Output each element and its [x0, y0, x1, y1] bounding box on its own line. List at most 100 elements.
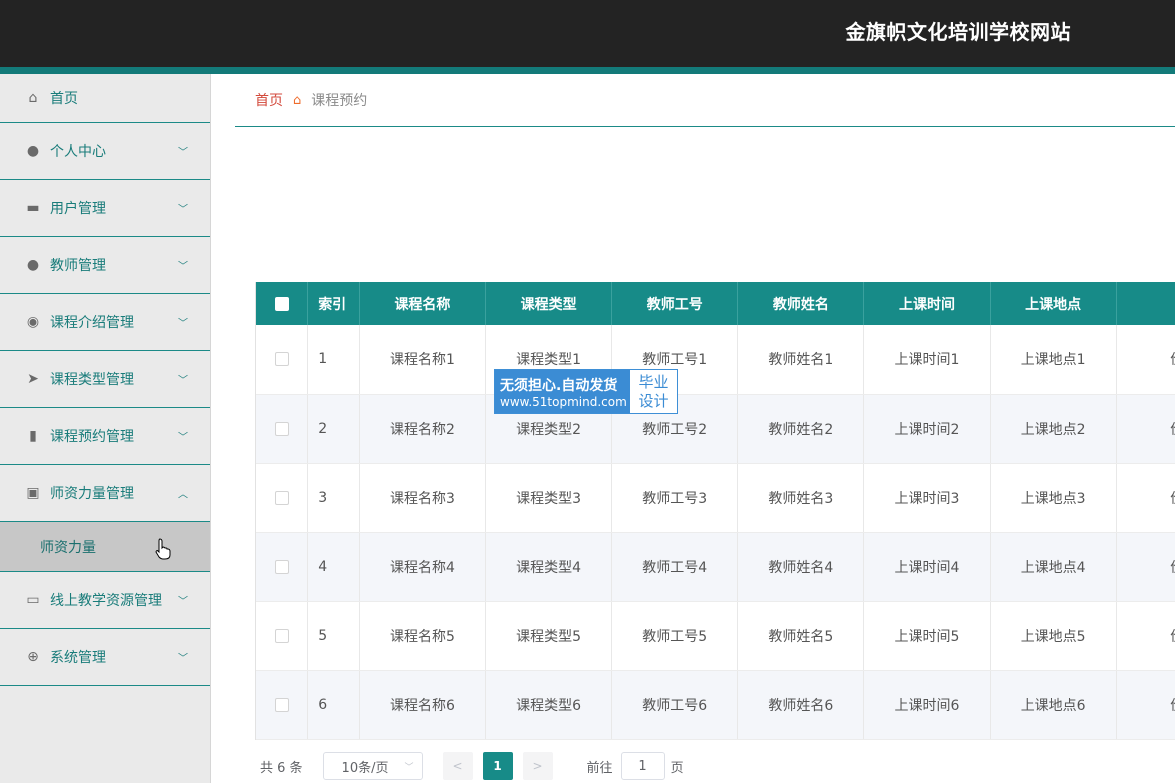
sidebar-item-label: 师资力量管理 — [50, 486, 134, 502]
table-header-row: 索引课程名称课程类型教师工号教师姓名上课时间上课地点价格 — [256, 282, 1175, 325]
table-cell: 教师姓名1 — [737, 325, 865, 395]
sidebar-subitem-label: 师资力量 — [40, 539, 96, 556]
table-cell: 上课地点6 — [990, 670, 1117, 740]
table-cell: 教师姓名2 — [737, 394, 865, 464]
chevron-down-icon: ﹀ — [178, 147, 188, 159]
home-icon: ⌂ — [28, 90, 38, 106]
page-size-select[interactable]: 10条/页 ﹀ — [322, 752, 423, 780]
column-header: 课程类型 — [485, 282, 613, 325]
table-cell: 价格3 — [1116, 463, 1175, 533]
row-checkbox[interactable] — [256, 394, 309, 464]
chat-icon: ▭ — [26, 592, 40, 608]
sidebar-item-label: 个人中心 — [50, 144, 106, 160]
table-cell: 3 — [307, 463, 360, 533]
sidebar-item[interactable]: ⊕ 系统管理 ﹀ — [0, 629, 210, 686]
sidebar-subitem[interactable]: 师资力量 — [0, 522, 210, 572]
table-row[interactable]: 1课程名称1课程类型1教师工号1教师姓名1上课时间1上课地点1价格1 — [256, 325, 1175, 395]
chevron-left-icon: < — [452, 759, 463, 773]
table-cell: 2 — [307, 394, 360, 464]
row-checkbox[interactable] — [256, 325, 309, 395]
watermark-line1: 无须担心.自动发货 — [500, 377, 618, 394]
sidebar-item[interactable]: ◉ 课程介绍管理 ﹀ — [0, 294, 210, 351]
monitor-icon: ▬ — [26, 200, 40, 216]
table-cell: 上课地点1 — [990, 325, 1117, 395]
table-cell: 上课时间6 — [863, 670, 991, 740]
chevron-up-icon: ︿ — [178, 489, 188, 501]
sidebar-item-label: 课程介绍管理 — [50, 315, 134, 331]
watermark-right2: 设计 — [638, 391, 669, 410]
sidebar-item[interactable]: ● 教师管理 ﹀ — [0, 237, 210, 294]
row-checkbox[interactable] — [256, 532, 309, 602]
next-page-button[interactable]: > — [522, 752, 553, 780]
column-header: 索引 — [307, 282, 360, 325]
table-cell: 课程名称2 — [359, 394, 487, 464]
table-row[interactable]: 4课程名称4课程类型4教师工号4教师姓名4上课时间4上课地点4价格4 — [256, 532, 1175, 602]
row-checkbox[interactable] — [256, 463, 309, 533]
table-row[interactable]: 5课程名称5课程类型5教师工号5教师姓名5上课时间5上课地点5价格5 — [256, 601, 1175, 671]
column-header: 上课时间 — [863, 282, 991, 325]
sidebar-item-label: 系统管理 — [50, 650, 106, 666]
table-cell: 5 — [307, 601, 360, 671]
watermark-badge: 无须担心.自动发货 www.51topmind.com 毕业 设计 — [494, 369, 678, 414]
goto-page-input[interactable]: 1 — [620, 752, 665, 780]
chevron-down-icon: ﹀ — [178, 261, 188, 273]
sidebar-item[interactable]: ● 个人中心 ﹀ — [0, 123, 210, 180]
table-cell: 6 — [307, 670, 360, 740]
column-header: 教师工号 — [611, 282, 739, 325]
table-cell: 教师姓名5 — [737, 601, 865, 671]
watermark-right1: 毕业 — [638, 372, 669, 391]
sidebar-item-label: 用户管理 — [50, 201, 106, 217]
table-row[interactable]: 3课程名称3课程类型3教师工号3教师姓名3上课时间3上课地点3价格3 — [256, 463, 1175, 533]
row-checkbox[interactable] — [256, 670, 309, 740]
table-cell: 课程名称1 — [359, 325, 487, 395]
sidebar-item[interactable]: ⌂ 首页 — [0, 74, 210, 123]
table-cell: 课程类型3 — [485, 463, 613, 533]
chevron-right-icon: > — [532, 759, 543, 773]
column-header: 价格 — [1116, 282, 1175, 325]
home-icon: ⌂ — [293, 92, 302, 108]
sidebar-item-label: 首页 — [50, 91, 78, 107]
row-checkbox[interactable] — [256, 601, 309, 671]
sidebar-item-label: 线上教学资源管理 — [50, 593, 162, 609]
breadcrumb: 首页 ⌂ 课程预约 — [235, 74, 1175, 127]
settings-icon: ⊕ — [27, 649, 39, 665]
table-cell: 上课地点3 — [990, 463, 1117, 533]
table-cell: 4 — [307, 532, 360, 602]
select-all-checkbox[interactable] — [256, 282, 309, 325]
sidebar-item[interactable]: ▮ 课程预约管理 ﹀ — [0, 408, 210, 465]
table-cell: 上课时间2 — [863, 394, 991, 464]
chevron-down-icon: ﹀ — [404, 762, 414, 773]
chevron-down-icon: ﹀ — [178, 318, 188, 330]
chevron-down-icon: ﹀ — [178, 432, 188, 444]
prev-page-button[interactable]: < — [442, 752, 473, 780]
sidebar-item-label: 课程类型管理 — [50, 372, 134, 388]
pagination-total: 共 6 条 — [260, 760, 303, 776]
send-icon: ➤ — [27, 371, 39, 387]
breadcrumb-current: 课程预约 — [311, 93, 368, 109]
page-button-current[interactable]: 1 — [482, 752, 513, 780]
page-suffix: 页 — [670, 760, 684, 776]
sidebar-item[interactable]: ▬ 用户管理 ﹀ — [0, 180, 210, 237]
table-cell: 教师工号5 — [611, 601, 739, 671]
sidebar-item[interactable]: ➤ 课程类型管理 ﹀ — [0, 351, 210, 408]
table-cell: 价格6 — [1116, 670, 1175, 740]
clipboard-icon: ▣ — [26, 485, 40, 501]
table-cell: 上课时间1 — [863, 325, 991, 395]
sidebar-item[interactable]: ▣ 师资力量管理 ︿ — [0, 465, 210, 522]
table-cell: 课程名称3 — [359, 463, 487, 533]
chevron-down-icon: ﹀ — [178, 204, 188, 216]
chevron-down-icon: ﹀ — [178, 596, 188, 608]
table-row[interactable]: 6课程名称6课程类型6教师工号6教师姓名6上课时间6上课地点6价格6 — [256, 670, 1175, 740]
sidebar-item[interactable]: ▭ 线上教学资源管理 ﹀ — [0, 572, 210, 629]
column-header: 教师姓名 — [737, 282, 865, 325]
table-row[interactable]: 2课程名称2课程类型2教师工号2教师姓名2上课时间2上课地点2价格2 — [256, 394, 1175, 464]
table-cell: 教师姓名4 — [737, 532, 865, 602]
top-bar-stripe — [0, 67, 1175, 74]
column-header: 课程名称 — [359, 282, 487, 325]
table-cell: 上课时间4 — [863, 532, 991, 602]
bar-chart-icon: ▮ — [29, 428, 37, 444]
top-bar: 金旗帜文化培训学校网站 — [0, 0, 1175, 67]
breadcrumb-home[interactable]: 首页 — [255, 90, 283, 110]
table-cell: 上课时间5 — [863, 601, 991, 671]
sidebar-item-label: 教师管理 — [50, 258, 106, 274]
